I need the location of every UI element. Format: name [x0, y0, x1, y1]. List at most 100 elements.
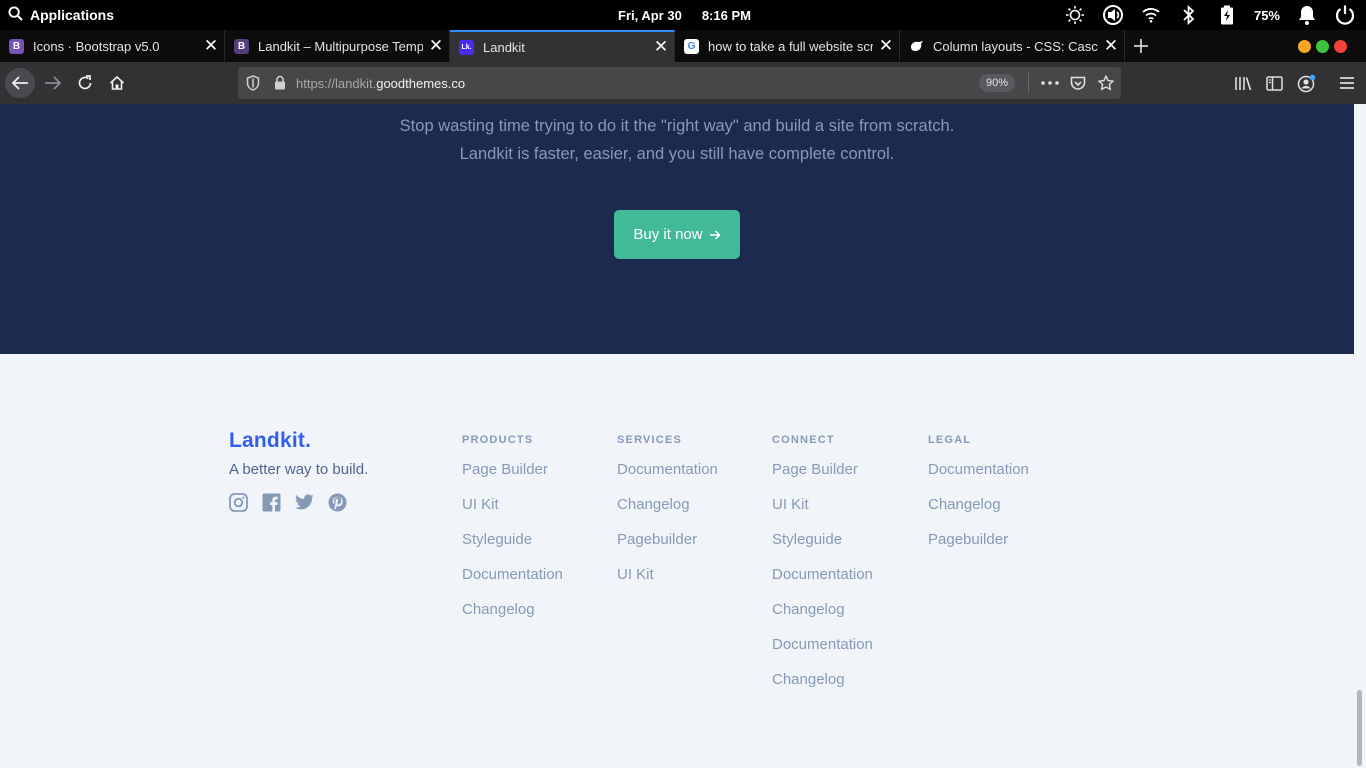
close-tab-icon[interactable]: ✕: [1098, 30, 1124, 62]
tab-bootstrap-icons[interactable]: B Icons · Bootstrap v5.0 ✕: [0, 30, 225, 62]
column-heading: LEGAL: [928, 434, 972, 446]
back-arrow-icon: [11, 76, 28, 90]
tab-strip: B Icons · Bootstrap v5.0 ✕ B Landkit – M…: [0, 30, 1366, 62]
footer-link[interactable]: Documentation: [772, 565, 873, 600]
footer-column-products: PRODUCTS Page Builder UI Kit Styleguide …: [462, 434, 563, 635]
page-scrollbar[interactable]: [1354, 104, 1366, 768]
maximize-button[interactable]: [1316, 40, 1329, 53]
url-text[interactable]: https://landkit. goodthemes.co: [296, 67, 465, 99]
footer-link[interactable]: Pagebuilder: [928, 530, 1029, 565]
clock[interactable]: Fri, Apr 30 8:16 PM: [618, 0, 751, 30]
volume-icon[interactable]: [1102, 4, 1124, 26]
url-prefix: https://landkit.: [296, 75, 377, 91]
system-tray: 75%: [1064, 0, 1356, 30]
footer-link[interactable]: UI Kit: [462, 495, 563, 530]
reload-button[interactable]: [70, 68, 100, 98]
close-tab-icon[interactable]: ✕: [198, 30, 224, 62]
footer-link[interactable]: Changelog: [928, 495, 1029, 530]
wifi-icon[interactable]: [1140, 4, 1162, 26]
navigation-toolbar: https://landkit. goodthemes.co 90%: [0, 62, 1366, 104]
hamburger-menu-icon[interactable]: [1336, 73, 1358, 93]
footer-link[interactable]: Changelog: [617, 495, 718, 530]
system-top-bar: Applications Fri, Apr 30 8:16 PM 75%: [0, 0, 1366, 30]
tab-title: Landkit – Multipurpose Temp: [258, 38, 423, 54]
landkit-favicon-icon: Lk.: [459, 39, 474, 55]
new-tab-button[interactable]: [1127, 30, 1155, 62]
pinterest-icon[interactable]: [327, 492, 347, 512]
column-heading: CONNECT: [772, 434, 835, 446]
reload-icon: [78, 75, 92, 90]
tab-title: Landkit: [483, 39, 525, 55]
twitter-icon[interactable]: [294, 492, 314, 512]
tab-title: how to take a full website scr: [708, 38, 873, 54]
tab-mdn-column-layouts[interactable]: Column layouts - CSS: Cascad ✕: [900, 30, 1125, 62]
instagram-icon[interactable]: [228, 492, 248, 512]
tracking-shield-icon[interactable]: [246, 75, 260, 96]
close-tab-icon[interactable]: ✕: [873, 30, 899, 62]
page-actions-icon[interactable]: [1040, 73, 1060, 93]
footer-column-legal: LEGAL Documentation Changelog Pagebuilde…: [928, 434, 1029, 565]
cta-line-2: Landkit is faster, easier, and you still…: [459, 145, 895, 163]
footer-link[interactable]: Changelog: [772, 600, 873, 635]
home-button[interactable]: [102, 68, 132, 98]
bookmark-star-icon[interactable]: [1096, 73, 1116, 93]
bootstrap-favicon-icon: B: [234, 38, 249, 54]
tab-title: Icons · Bootstrap v5.0: [33, 38, 160, 54]
footer-link[interactable]: Page Builder: [462, 460, 563, 495]
footer-link[interactable]: Documentation: [462, 565, 563, 600]
forward-arrow-icon: [45, 76, 62, 90]
cta-section: Stop wasting time trying to do it the "r…: [0, 104, 1354, 354]
footer-link[interactable]: UI Kit: [617, 565, 718, 600]
cta-line-1: Stop wasting time trying to do it the "r…: [399, 117, 955, 135]
close-window-button[interactable]: [1334, 40, 1347, 53]
bluetooth-icon[interactable]: [1178, 4, 1200, 26]
footer-link[interactable]: Changelog: [772, 670, 873, 705]
footer-link[interactable]: Styleguide: [462, 530, 563, 565]
scrollbar-thumb[interactable]: [1357, 690, 1362, 766]
tab-title: Column layouts - CSS: Cascad: [933, 38, 1098, 54]
buy-it-now-button[interactable]: Buy it now: [614, 210, 740, 259]
zoom-level-badge[interactable]: 90%: [979, 74, 1015, 92]
facebook-icon[interactable]: [261, 492, 281, 512]
sidebar-icon[interactable]: [1263, 73, 1285, 93]
lock-icon[interactable]: [274, 75, 286, 95]
notification-bell-icon[interactable]: [1296, 4, 1318, 26]
cta-description: Stop wasting time trying to do it the "r…: [0, 112, 1354, 168]
column-heading: PRODUCTS: [462, 434, 534, 446]
bootstrap-favicon-icon: B: [9, 38, 24, 54]
footer-link[interactable]: Pagebuilder: [617, 530, 718, 565]
power-icon[interactable]: [1334, 4, 1356, 26]
arrow-right-icon: [709, 229, 721, 240]
battery-icon[interactable]: [1216, 4, 1238, 26]
back-button[interactable]: [5, 68, 35, 98]
account-icon[interactable]: [1295, 73, 1317, 93]
footer-link[interactable]: Documentation: [928, 460, 1029, 495]
footer-link[interactable]: Styleguide: [772, 530, 873, 565]
section-curve-divider: [0, 322, 1354, 341]
mdn-favicon-icon: [909, 39, 924, 54]
window-controls: [1298, 40, 1347, 53]
footer-column-connect: CONNECT Page Builder UI Kit Styleguide D…: [772, 434, 873, 705]
footer-brand-logo[interactable]: Landkit.: [229, 429, 311, 453]
footer-link[interactable]: Page Builder: [772, 460, 873, 495]
library-icon[interactable]: [1232, 73, 1254, 93]
night-light-icon[interactable]: [1064, 4, 1086, 26]
google-favicon-icon: G: [684, 38, 699, 54]
column-heading: SERVICES: [617, 434, 683, 446]
tab-google-search[interactable]: G how to take a full website scr ✕: [675, 30, 900, 62]
pocket-icon[interactable]: [1068, 73, 1088, 93]
footer-tagline: A better way to build.: [229, 461, 369, 478]
close-tab-icon[interactable]: ✕: [648, 31, 674, 63]
tab-landkit-active[interactable]: Lk. Landkit ✕: [450, 30, 675, 62]
battery-percent: 75%: [1253, 7, 1280, 23]
tab-landkit-template[interactable]: B Landkit – Multipurpose Temp ✕: [225, 30, 450, 62]
footer-link[interactable]: Changelog: [462, 600, 563, 635]
footer-link[interactable]: Documentation: [617, 460, 718, 495]
minimize-button[interactable]: [1298, 40, 1311, 53]
footer-link[interactable]: Documentation: [772, 635, 873, 670]
url-bar[interactable]: https://landkit. goodthemes.co 90%: [238, 67, 1121, 99]
applications-menu[interactable]: Applications: [8, 0, 114, 30]
forward-button[interactable]: [38, 68, 68, 98]
close-tab-icon[interactable]: ✕: [423, 30, 449, 62]
footer-link[interactable]: UI Kit: [772, 495, 873, 530]
